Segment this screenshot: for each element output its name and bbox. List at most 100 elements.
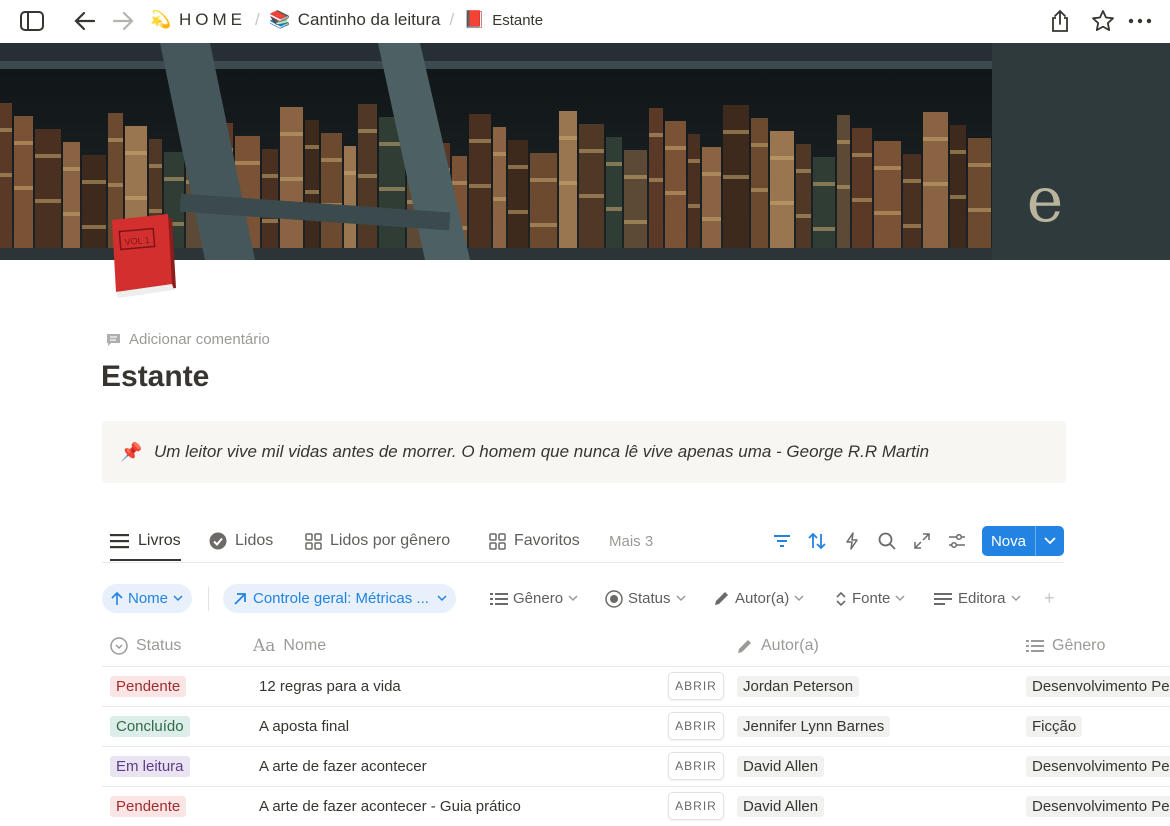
column-status[interactable]: Status [110,626,181,666]
pushpin-icon: 📌 [120,441,143,462]
status-icon [110,637,128,655]
tab-livros[interactable]: Livros [110,522,181,561]
chevron-down-icon [568,595,578,602]
filter-label: Editora [958,590,1006,607]
quote-callout[interactable]: 📌 Um leitor vive mil vidas antes de morr… [102,421,1066,483]
open-button[interactable]: ABRIR [668,712,724,740]
status-filter[interactable]: Status [605,584,686,613]
more-options-icon[interactable] [1125,6,1155,36]
breadcrumb-cantinho[interactable]: 📚 Cantinho da leitura [269,10,440,30]
column-label: Status [136,637,182,654]
check-circle-icon [209,532,227,550]
back-arrow-icon[interactable] [70,6,100,36]
genre-tag[interactable]: Desenvolvimento Pe [1026,795,1170,817]
forward-arrow-icon[interactable] [108,6,138,36]
status-badge[interactable]: Em leitura [110,755,190,777]
author-tag[interactable]: Jordan Peterson [737,675,860,697]
view-toolbar: Nova [765,522,1064,560]
table-row[interactable]: Em leitura A arte de fazer acontecer ABR… [102,746,1170,787]
sort-icon[interactable] [800,526,835,556]
pencil-icon [715,592,728,605]
genre-filter[interactable]: Gênero [490,584,578,613]
arrow-up-right-icon [234,592,246,605]
author-tag[interactable]: David Allen [737,795,825,817]
open-button[interactable]: ABRIR [668,752,724,780]
genre-tag[interactable]: Desenvolvimento Pe [1026,675,1170,697]
tab-favoritos[interactable]: Favoritos [489,522,580,560]
add-comment-button[interactable]: Adicionar comentário [106,331,270,348]
chevron-down-icon [173,595,183,602]
chevron-down-icon [1011,595,1021,602]
status-icon [605,589,623,608]
source-filter[interactable]: Fonte [835,584,905,613]
add-filter-plus-icon[interactable]: + [1044,584,1055,613]
publisher-filter[interactable]: Editora [934,584,1021,613]
tab-label: Lidos [235,532,274,549]
pencil-icon [738,639,751,653]
table-row[interactable]: Pendente A arte de fazer acontecer - Gui… [102,786,1170,826]
column-label: Nome [283,637,327,654]
breadcrumb-separator: / [255,10,260,29]
column-name[interactable]: Aa Nome [253,626,326,666]
book-name[interactable]: 12 regras para a vida [259,666,401,706]
automation-bolt-icon[interactable] [835,526,870,556]
table-row[interactable]: Pendente 12 regras para a vida ABRIR Jor… [102,666,1170,707]
expand-icon[interactable] [905,526,940,556]
sort-chip[interactable]: Nome [102,584,193,613]
breadcrumb-label: HOME [179,10,246,29]
chevron-down-icon [437,595,447,602]
status-badge[interactable]: Concluído [110,715,190,737]
new-button[interactable]: Nova [981,526,1064,556]
top-bar: 💫 HOME / 📚 Cantinho da leitura / 📕 Estan… [0,0,1170,43]
column-genre[interactable]: Gênero [1026,626,1105,666]
gallery-icon [489,532,506,550]
new-button-label: Nova [990,532,1026,550]
filter-icon[interactable] [765,526,800,556]
text-type-icon: Aa [253,636,276,656]
tab-label: Favoritos [514,532,580,549]
sort-chip-label: Nome [128,590,169,607]
open-button[interactable]: ABRIR [668,672,724,700]
database-view-bar: Livros Lidos Lidos por gênero Favoritos … [102,522,1064,563]
breadcrumb-home[interactable]: 💫 HOME [150,10,246,30]
tab-lidos[interactable]: Lidos [209,522,273,560]
settings-sliders-icon[interactable] [940,526,975,556]
relation-filter-label: Controle geral: Métricas ... [253,590,429,607]
arrow-up-icon [111,591,123,605]
red-book-page-icon[interactable]: VOL 1 [108,214,180,300]
comet-icon: 💫 [150,10,172,29]
list-icon [110,533,129,548]
book-name[interactable]: A aposta final [259,706,349,746]
add-comment-label: Adicionar comentário [129,331,270,348]
book-name[interactable]: A arte de fazer acontecer [259,746,427,786]
sidebar-toggle-icon[interactable] [17,6,47,36]
bulleted-list-icon [490,592,508,605]
book-name[interactable]: A arte de fazer acontecer - Guia prático [259,786,521,826]
open-button[interactable]: ABRIR [668,792,724,820]
filter-label: Status [628,590,671,607]
author-tag[interactable]: David Allen [737,755,825,777]
genre-tag[interactable]: Desenvolvimento Pe [1026,755,1170,777]
chevron-down-icon[interactable] [1035,526,1064,556]
page-title[interactable]: Estante [101,360,209,394]
more-views-button[interactable]: Mais 3 [609,522,653,560]
author-filter[interactable]: Autor(a) [713,584,804,613]
filter-label: Fonte [852,590,891,607]
chevron-down-icon [794,595,804,602]
genre-tag[interactable]: Ficção [1026,715,1083,737]
author-tag[interactable]: Jennifer Lynn Barnes [737,715,891,737]
table-row[interactable]: Concluído A aposta final ABRIR Jennifer … [102,706,1170,747]
status-badge[interactable]: Pendente [110,795,187,817]
star-icon[interactable] [1088,6,1118,36]
search-icon[interactable] [870,526,905,556]
tab-label: Livros [138,531,181,549]
breadcrumb-estante[interactable]: 📕 Estante [463,10,543,30]
column-author[interactable]: Autor(a) [736,626,819,666]
relation-filter-chip[interactable]: Controle geral: Métricas ... [223,584,456,613]
status-badge[interactable]: Pendente [110,675,187,697]
table-header: Status Aa Nome Autor(a) Gênero [102,626,1170,667]
tab-lidos-por-genero[interactable]: Lidos por gênero [305,522,450,560]
red-book-icon: 📕 [463,10,485,29]
tab-label: Lidos por gênero [330,532,451,549]
share-icon[interactable] [1045,6,1075,36]
